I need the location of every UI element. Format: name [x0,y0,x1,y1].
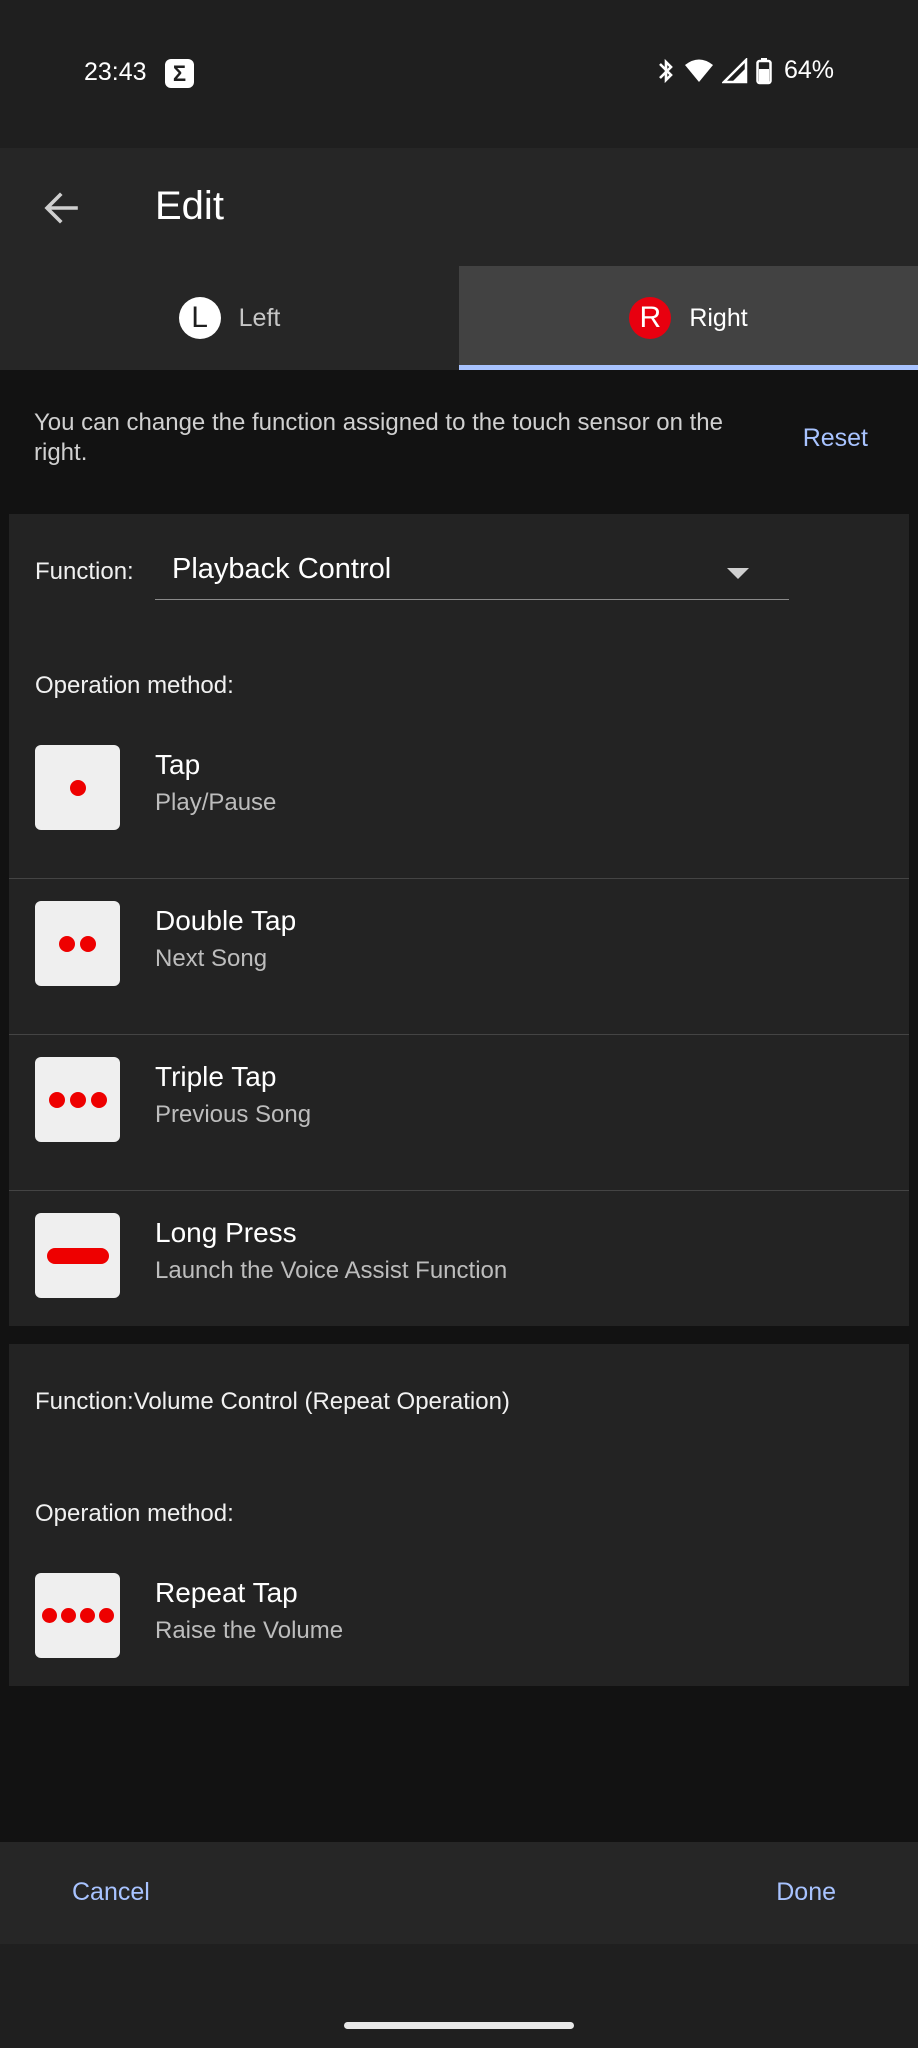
sigma-notification-icon: Σ [165,59,194,88]
description-text: You can change the function assigned to … [34,409,723,466]
triple-tap-icon [35,1057,120,1142]
operation-subtitle: Play/Pause [155,789,277,816]
cancel-button[interactable]: Cancel [72,1878,150,1907]
operation-row-double-tap: Double Tap Next Song [9,879,909,1035]
operation-title: Double Tap [155,905,297,936]
operation-subtitle: Raise the Volume [155,1617,344,1644]
operation-title: Repeat Tap [155,1577,298,1608]
status-time: 23:43 [84,58,147,86]
tab-right[interactable]: R Right [459,266,918,370]
operation-row-tap: Tap Play/Pause [9,723,909,879]
app-bar: Edit [0,148,918,266]
long-press-icon [35,1213,120,1298]
operation-title: Tap [155,749,201,780]
operation-method-heading: Operation method: [35,1500,234,1527]
operation-title: Long Press [155,1217,297,1248]
operation-row-long-press: Long Press Launch the Voice Assist Funct… [9,1191,909,1347]
dropdown-arrow-icon [727,568,749,579]
repeat-tap-icon [35,1573,120,1658]
page-title: Edit [155,184,224,228]
operation-row-repeat-tap: Repeat Tap Raise the Volume [9,1551,909,1707]
system-nav-area [0,1944,918,2048]
operation-title: Triple Tap [155,1061,277,1092]
tab-bar: L Left R Right [0,266,918,370]
operation-row-triple-tap: Triple Tap Previous Song [9,1035,909,1191]
volume-function-label: Function:Volume Control (Repeat Operatio… [35,1388,510,1415]
double-tap-icon [35,901,120,986]
operation-subtitle: Previous Song [155,1101,312,1128]
left-badge-icon: L [178,297,221,339]
function-dropdown[interactable]: Playback Control [155,542,789,600]
right-badge-icon: R [629,297,672,339]
home-gesture-handle[interactable] [344,2022,574,2029]
battery-icon [756,57,772,84]
status-icons: 64% [656,56,834,85]
operation-method-heading: Operation method: [35,672,234,699]
status-bar: 23:43 Σ 64% [0,0,918,148]
done-button[interactable]: Done [776,1878,836,1907]
playback-card: Function: Playback Control Operation met… [9,514,909,1326]
function-value: Playback Control [172,553,392,585]
tab-left[interactable]: L Left [0,266,459,370]
signal-icon [721,57,748,83]
battery-percent: 64% [783,56,834,84]
tab-left-label: Left [238,303,281,332]
tab-right-label: Right [689,303,748,332]
function-label: Function: [35,558,134,585]
back-arrow-icon[interactable] [40,186,84,230]
operation-subtitle: Next Song [155,945,268,972]
volume-card: Function:Volume Control (Repeat Operatio… [9,1344,909,1686]
bluetooth-icon [659,58,673,83]
single-tap-icon [35,745,120,830]
bottom-action-bar: Cancel Done [0,1842,918,1944]
operation-subtitle: Launch the Voice Assist Function [155,1257,508,1284]
reset-button[interactable]: Reset [803,424,868,453]
wifi-icon [684,59,713,82]
